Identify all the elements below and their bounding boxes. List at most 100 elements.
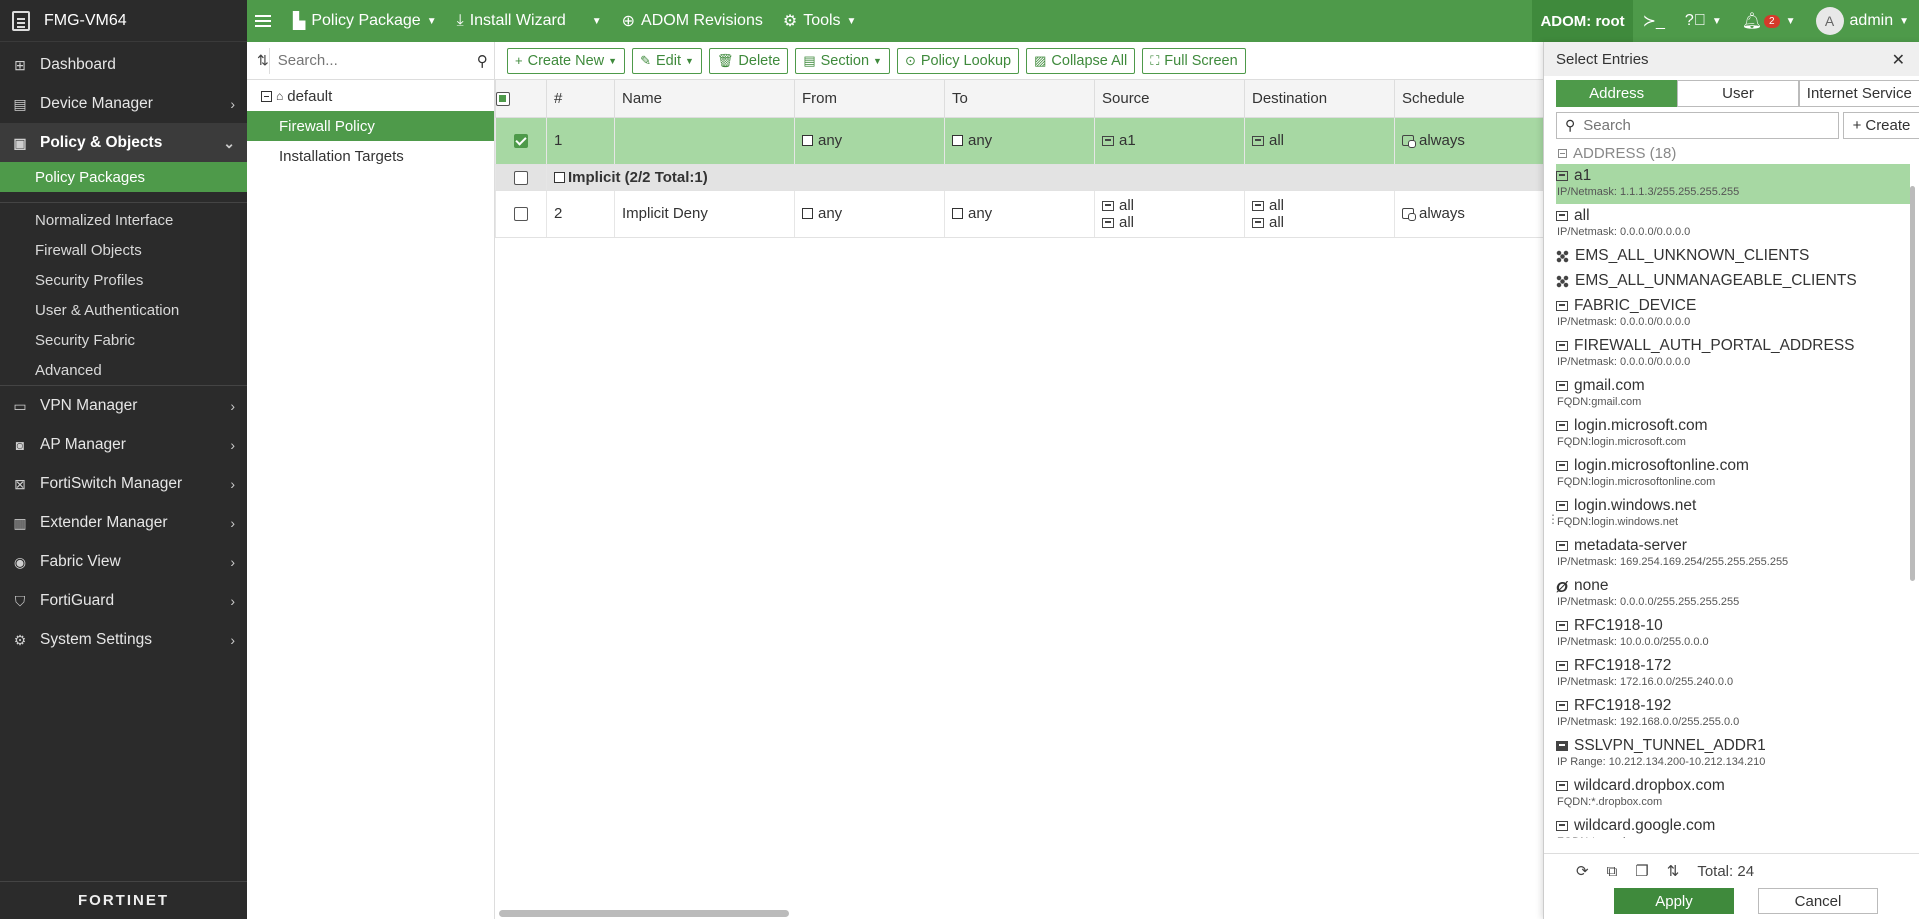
nav-device-manager[interactable]: ▤ Device Manager › xyxy=(0,84,247,123)
subnav-user-authentication[interactable]: User & Authentication xyxy=(0,295,247,325)
select-all-icon[interactable]: ⧉ xyxy=(1607,863,1618,880)
edit-button[interactable]: ✎ Edit ▼ xyxy=(632,47,702,74)
install-dropdown[interactable]: ▼ xyxy=(576,0,612,42)
subnav-firewall-objects[interactable]: Firewall Objects xyxy=(0,235,247,265)
policy-lookup-button[interactable]: ⊙ Policy Lookup xyxy=(896,47,1020,74)
column-header-schedule[interactable]: Schedule xyxy=(1394,80,1544,118)
tab-user[interactable]: User xyxy=(1677,80,1799,107)
cli-console-button[interactable]: ≻_ xyxy=(1633,0,1675,42)
copy-icon[interactable]: ❐ xyxy=(1635,862,1648,880)
nav-fortiguard[interactable]: ⛉ FortiGuard › xyxy=(0,581,247,620)
section-label-cell[interactable]: Implicit (2/2 Total:1) xyxy=(546,164,1544,191)
policy-source[interactable]: all all xyxy=(1094,190,1245,238)
address-entry[interactable]: FIREWALL_AUTH_PORTAL_ADDRESS IP/Netmask: … xyxy=(1556,334,1910,374)
install-wizard-button[interactable]: ⤓ Install Wizard xyxy=(447,0,576,42)
policy-package-menu[interactable]: ▙ Policy Package ▼ xyxy=(283,0,447,42)
select-all-cell[interactable] xyxy=(495,80,547,118)
section-row[interactable]: Implicit (2/2 Total:1) xyxy=(495,164,1544,191)
sort-icon[interactable]: ⇅ xyxy=(257,52,269,69)
user-menu[interactable]: A admin ▼ xyxy=(1806,0,1919,42)
address-entry[interactable]: SSLVPN_TUNNEL_ADDR1 IP Range: 10.212.134.… xyxy=(1556,734,1910,774)
vertical-scrollbar[interactable] xyxy=(1910,186,1915,581)
adom-indicator[interactable]: ADOM: root xyxy=(1532,0,1633,42)
policy-from[interactable]: any xyxy=(794,117,945,165)
horizontal-scrollbar[interactable] xyxy=(499,910,789,917)
subnav-advanced[interactable]: Advanced xyxy=(0,355,247,385)
address-entry[interactable]: login.microsoft.com FQDN:login.microsoft.… xyxy=(1556,414,1910,454)
full-screen-button[interactable]: ⛶ Full Screen xyxy=(1142,47,1246,74)
nav-extender-manager[interactable]: ▥ Extender Manager › xyxy=(0,503,247,542)
notifications-button[interactable]: 🔔︎ 2 ▼ xyxy=(1732,0,1806,42)
column-header-name[interactable]: Name xyxy=(614,80,795,118)
tree-node-default[interactable]: ⌂ default xyxy=(247,81,494,111)
subnav-policy-packages[interactable]: Policy Packages xyxy=(0,162,247,192)
sort-icon[interactable]: ⇅ xyxy=(1667,862,1680,880)
policy-schedule[interactable]: always xyxy=(1394,117,1544,165)
section-checkbox[interactable] xyxy=(514,170,528,185)
select-all-checkbox[interactable] xyxy=(496,91,510,106)
close-icon[interactable]: ✕ xyxy=(1892,50,1905,70)
policy-to[interactable]: any xyxy=(944,117,1095,165)
address-entry[interactable]: Ønone IP/Netmask: 0.0.0.0/255.255.255.255 xyxy=(1556,574,1910,614)
policy-destination[interactable]: all xyxy=(1244,117,1395,165)
tree-item-installation-targets[interactable]: Installation Targets xyxy=(247,141,494,171)
row-select-cell[interactable] xyxy=(495,190,547,238)
resize-handle-icon[interactable]: ⋮ xyxy=(1547,512,1559,526)
nav-system-settings[interactable]: ⚙ System Settings › xyxy=(0,620,247,659)
tab-address[interactable]: Address xyxy=(1556,80,1678,107)
address-entry[interactable]: all IP/Netmask: 0.0.0.0/0.0.0.0 xyxy=(1556,204,1910,244)
nav-fabric-view[interactable]: ◉ Fabric View › xyxy=(0,542,247,581)
adom-revisions-button[interactable]: ⊕ ADOM Revisions xyxy=(612,0,773,42)
section-select-cell[interactable] xyxy=(495,164,547,191)
refresh-icon[interactable]: ⟳ xyxy=(1576,862,1589,880)
table-row[interactable]: 1 any any a1 all always xyxy=(495,117,1544,165)
address-entry[interactable]: RFC1918-10 IP/Netmask: 10.0.0.0/255.0.0.0 xyxy=(1556,614,1910,654)
table-row[interactable]: 2 Implicit Deny any any all all all all … xyxy=(495,190,1544,238)
address-entry[interactable]: wildcard.dropbox.com FQDN:*.dropbox.com xyxy=(1556,774,1910,814)
collapse-icon[interactable] xyxy=(554,171,565,183)
help-menu[interactable]: ?⃝ ▼ xyxy=(1675,0,1732,42)
column-header-number[interactable]: # xyxy=(546,80,615,118)
address-entry[interactable]: EMS_ALL_UNMANAGEABLE_CLIENTS xyxy=(1556,269,1910,294)
address-entry[interactable]: RFC1918-172 IP/Netmask: 172.16.0.0/255.24… xyxy=(1556,654,1910,694)
nav-vpn-manager[interactable]: ▭ VPN Manager › xyxy=(0,386,247,425)
row-checkbox[interactable] xyxy=(514,207,528,222)
address-entry[interactable]: FABRIC_DEVICE IP/Netmask: 0.0.0.0/0.0.0.0 xyxy=(1556,294,1910,334)
address-entry[interactable]: login.windows.net FQDN:login.windows.net xyxy=(1556,494,1910,534)
collapse-icon[interactable] xyxy=(261,90,272,102)
row-checkbox[interactable] xyxy=(514,134,528,149)
address-group-header[interactable]: ADDRESS (18) xyxy=(1556,142,1910,164)
cancel-button[interactable]: Cancel xyxy=(1758,888,1878,914)
address-entry[interactable]: EMS_ALL_UNKNOWN_CLIENTS xyxy=(1556,244,1910,269)
subnav-security-profiles[interactable]: Security Profiles xyxy=(0,265,247,295)
column-header-destination[interactable]: Destination xyxy=(1244,80,1395,118)
search-icon[interactable]: ⚲ xyxy=(477,52,488,70)
policy-destination[interactable]: all all xyxy=(1244,190,1395,238)
address-entry[interactable]: wildcard.google.com FQDN:*.google.com xyxy=(1556,814,1910,838)
subnav-security-fabric[interactable]: Security Fabric xyxy=(0,325,247,355)
address-entry[interactable]: RFC1918-192 IP/Netmask: 192.168.0.0/255.2… xyxy=(1556,694,1910,734)
policy-name[interactable]: Implicit Deny xyxy=(614,190,795,238)
subnav-normalized-interface[interactable]: Normalized Interface xyxy=(0,205,247,235)
address-entry[interactable]: gmail.com FQDN:gmail.com xyxy=(1556,374,1910,414)
policy-source[interactable]: a1 xyxy=(1094,117,1245,165)
policy-from[interactable]: any xyxy=(794,190,945,238)
address-entry[interactable]: a1 IP/Netmask: 1.1.1.3/255.255.255.255 xyxy=(1556,164,1910,204)
policy-to[interactable]: any xyxy=(944,190,1095,238)
delete-button[interactable]: 🗑︎ Delete xyxy=(708,47,789,74)
tree-item-firewall-policy[interactable]: Firewall Policy xyxy=(247,111,494,141)
collapse-icon[interactable] xyxy=(1558,148,1567,158)
create-new-button[interactable]: + Create New ▼ xyxy=(507,47,626,74)
apply-button[interactable]: Apply xyxy=(1614,888,1734,914)
entry-search-box[interactable]: ⚲ xyxy=(1556,112,1839,139)
column-header-from[interactable]: From xyxy=(794,80,945,118)
entry-search-input[interactable] xyxy=(1583,117,1824,134)
address-entry[interactable]: login.microsoftonline.com FQDN:login.micr… xyxy=(1556,454,1910,494)
row-select-cell[interactable] xyxy=(495,117,547,165)
policy-schedule[interactable]: always xyxy=(1394,190,1544,238)
create-entry-button[interactable]: + Create xyxy=(1843,112,1919,139)
section-button[interactable]: ▤ Section ▼ xyxy=(795,47,890,74)
tab-internet-service[interactable]: Internet Service xyxy=(1798,80,1919,107)
policy-name[interactable] xyxy=(614,117,795,165)
column-header-to[interactable]: To xyxy=(944,80,1095,118)
